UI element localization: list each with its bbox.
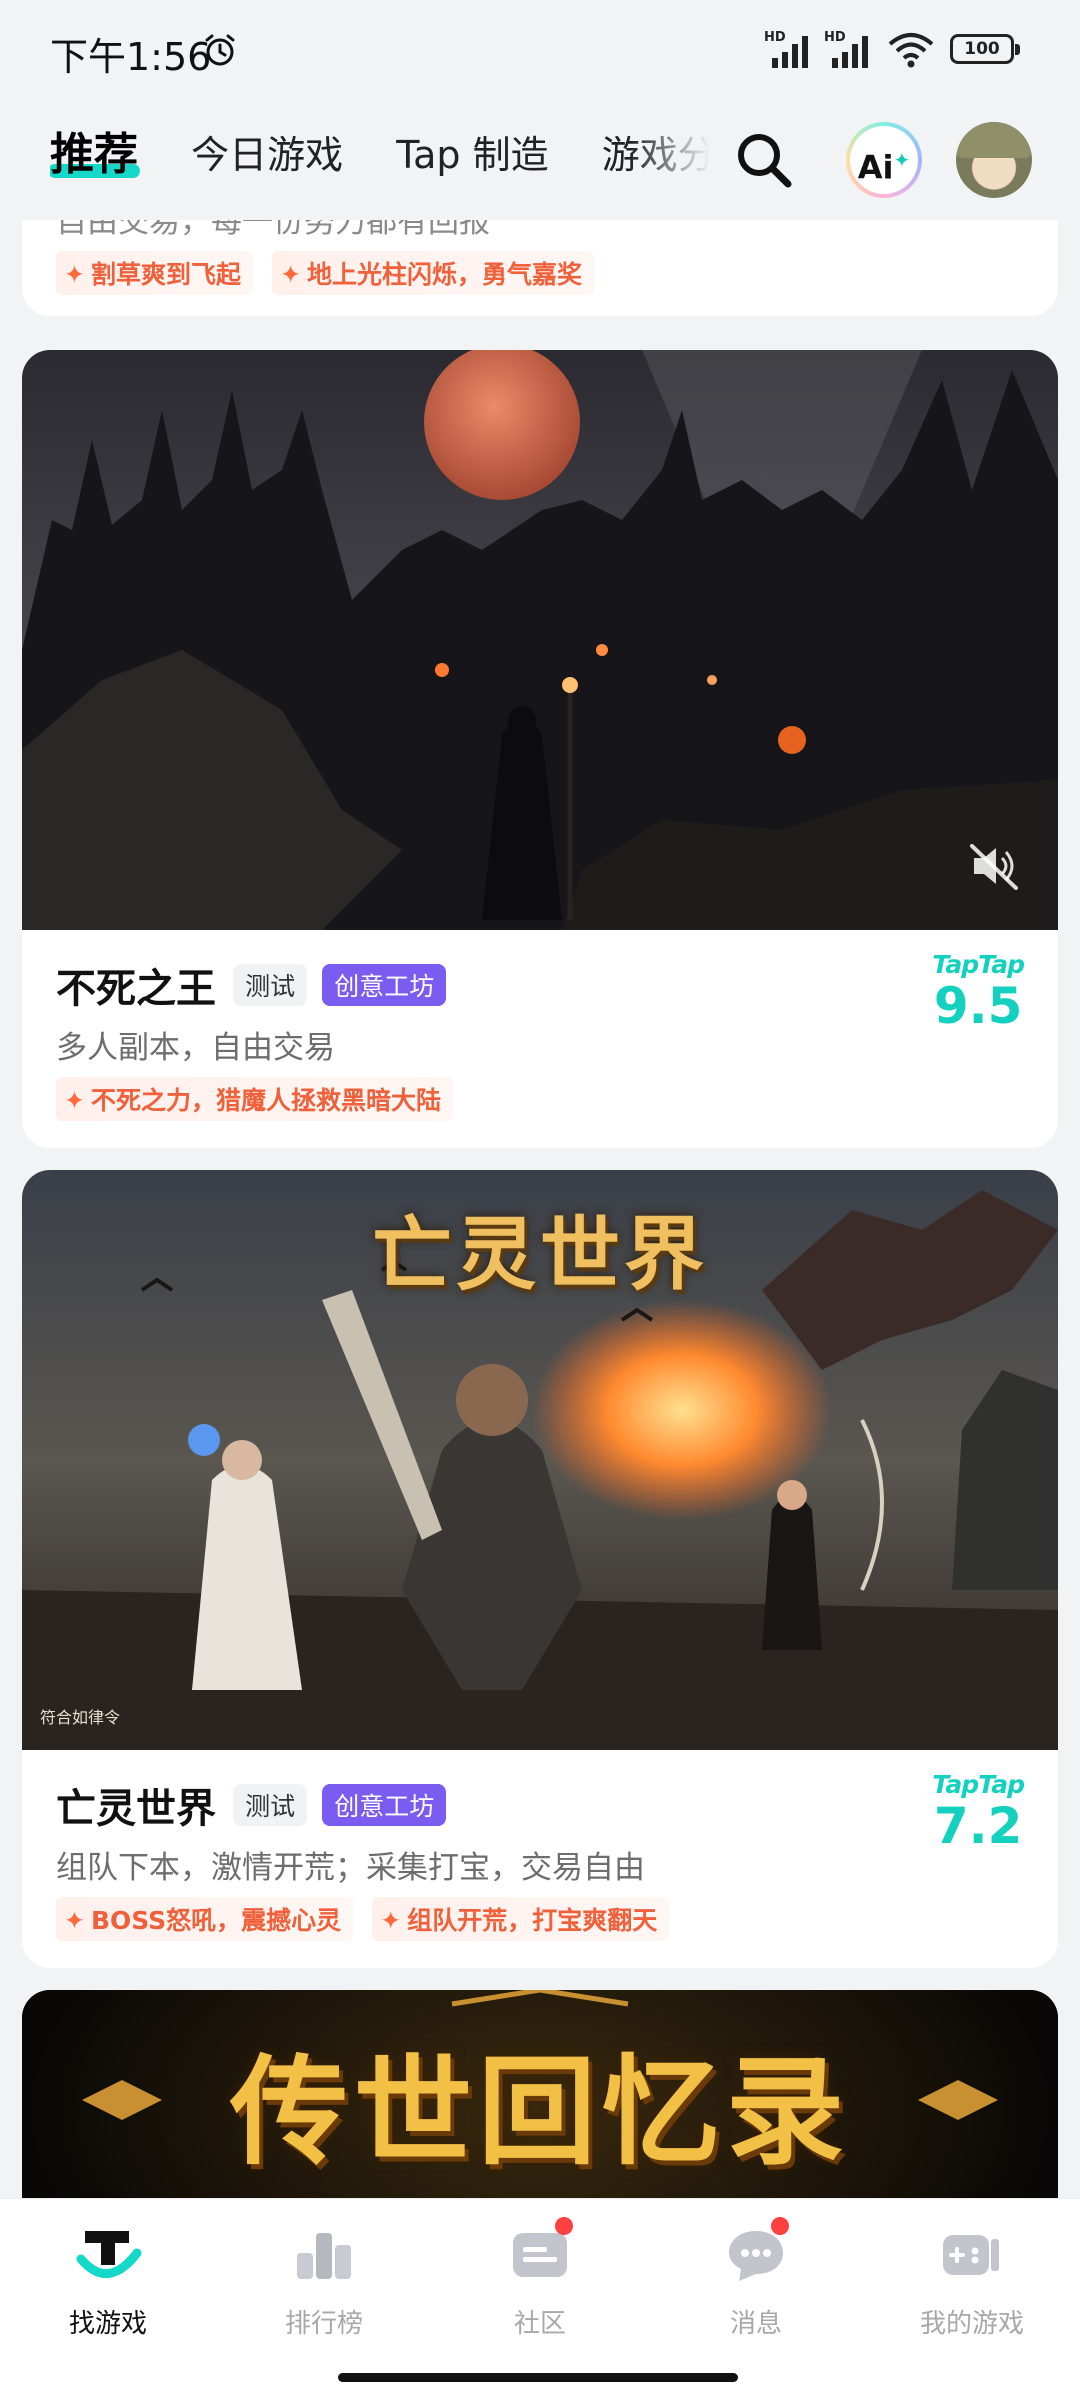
rating-score: 7.2 <box>933 1797 1023 1855</box>
nav-label: 我的游戏 <box>919 2309 1024 2339</box>
sparkle-icon: ✦ <box>64 1086 85 1115</box>
taptap-logo: TapTap <box>932 950 1025 979</box>
nav-label: 社区 <box>513 2309 566 2339</box>
game-card-partial[interactable]: 自由交易，每一份努力都有回报 ✦ 割草爽到飞起 ✦ 地上光柱闪烁，勇气嘉奖 <box>22 220 1058 316</box>
home-indicator[interactable] <box>338 2373 738 2382</box>
tab-label: Tap 制造 <box>396 133 549 177</box>
my-games-icon <box>943 2235 999 2275</box>
game-feed[interactable]: 自由交易，每一份努力都有回报 ✦ 割草爽到飞起 ✦ 地上光柱闪烁，勇气嘉奖 不死… <box>0 220 1080 2198</box>
sparkle-icon: ✦ <box>280 260 302 289</box>
sparkle-icon: ✦ <box>380 1906 402 1935</box>
game-card[interactable]: 不死之王 测试 创意工坊 多人副本，自由交易 ✦ 不死之力，猎魔人拯救黑暗大陆 T… <box>22 350 1058 1148</box>
rating-score: 9.5 <box>933 977 1023 1035</box>
badge-test: 测试 <box>233 964 308 1006</box>
avatar-hair <box>956 122 1032 158</box>
badge-workshop: 创意工坊 <box>322 964 447 1006</box>
sparkle-icon: ✦ <box>64 1906 85 1935</box>
app-root: 下午1:56 HD HD 100 推荐 今日游戏 Tap 制造 游戏分 Ai✦ … <box>0 0 1080 2400</box>
tag-text: 割草爽到飞起 <box>90 260 241 289</box>
tab-label: 今日游戏 <box>191 133 344 177</box>
game-desc: 多人副本，自由交易 <box>56 1030 335 1066</box>
title-row: 亡灵世界 测试 创意工坊 <box>56 1776 1024 1832</box>
feature-tag: ✦ 不死之力，猎魔人拯救黑暗大陆 <box>56 1077 453 1121</box>
ai-label: Ai <box>857 148 894 187</box>
tab-bar[interactable]: 推荐 今日游戏 Tap 制造 游戏分类 <box>50 120 710 200</box>
mute-icon[interactable] <box>966 838 1022 894</box>
rating-box: TapTap 7.2 <box>932 1770 1025 1855</box>
status-time: 下午1:56 <box>50 35 212 79</box>
notification-dot <box>555 2217 573 2235</box>
game-title: 不死之王 <box>56 966 216 1012</box>
notification-dot <box>771 2217 789 2235</box>
tag-row: ✦ 不死之力，猎魔人拯救黑暗大陆 <box>56 1077 1024 1121</box>
game-info: 亡灵世界 测试 创意工坊 组队下本，激情开荒；采集打宝，交易自由 ✦ BOSS怒吼… <box>22 1750 1058 1941</box>
feature-tag: ✦ 割草爽到飞起 <box>56 251 253 295</box>
signal-icon-2 <box>832 36 868 68</box>
message-icon-wrap <box>721 2217 791 2289</box>
taptap-logo: TapTap <box>932 1770 1025 1799</box>
tab-label: 推荐 <box>50 129 138 180</box>
game-desc: 自由交易，每一份努力都有回报 <box>56 220 490 240</box>
banner-title: 亡灵世界 <box>372 1207 708 1301</box>
game-title: 亡灵世界 <box>56 1786 216 1832</box>
ai-assistant-button[interactable]: Ai✦ <box>846 122 922 198</box>
game-cover[interactable]: 亡灵世界 符合如律令 <box>22 1170 1058 1750</box>
ai-icon: Ai✦ <box>850 126 918 194</box>
rating-box: TapTap 9.5 <box>932 950 1025 1035</box>
community-icon-wrap <box>505 2217 575 2289</box>
battery-indicator: 100 <box>950 34 1020 64</box>
badge-workshop: 创意工坊 <box>322 1784 447 1826</box>
game-cover-art <box>22 350 1058 930</box>
nav-find-game[interactable]: 找游戏 <box>0 2219 216 2340</box>
game-card[interactable]: 传世回忆录 <box>22 1990 1058 2198</box>
nav-label: 消息 <box>729 2309 782 2339</box>
banner-title: 传世回忆录 <box>229 2042 850 2181</box>
tag-row: ✦ BOSS怒吼，震撼心灵 ✦ 组队开荒，打宝爽翻天 <box>56 1897 1024 1941</box>
game-info: 不死之王 测试 创意工坊 多人副本，自由交易 ✦ 不死之力，猎魔人拯救黑暗大陆 T… <box>22 930 1058 1121</box>
nav-my-games[interactable]: 我的游戏 <box>864 2219 1080 2340</box>
title-row: 不死之王 测试 创意工坊 <box>56 956 1024 1012</box>
avatar[interactable] <box>956 122 1032 198</box>
nav-label: 排行榜 <box>284 2309 363 2339</box>
find-game-icon <box>76 2231 142 2279</box>
tag-text: 组队开荒，打宝爽翻天 <box>407 1906 658 1935</box>
signal-icon-1 <box>772 36 808 68</box>
tag-text: 地上光柱闪烁，勇气嘉奖 <box>307 260 583 289</box>
tab-tap-made[interactable]: Tap 制造 <box>396 120 548 190</box>
tab-label: 游戏分类 <box>601 133 710 177</box>
bottom-nav: 找游戏 排行榜 社区 消息 我的游戏 <box>0 2198 1080 2400</box>
wifi-icon <box>888 33 934 68</box>
game-video-cover[interactable] <box>22 350 1058 930</box>
tag-text: 不死之力，猎魔人拯救黑暗大陆 <box>90 1086 441 1115</box>
game-card[interactable]: 亡灵世界 符合如律令 亡灵世界 测试 创意工坊 组队下本，激情开荒；采集打宝，交… <box>22 1170 1058 1968</box>
top-nav: 推荐 今日游戏 Tap 制造 游戏分类 Ai✦ <box>0 100 1080 220</box>
watermark-text: 符合如律令 <box>40 1708 121 1727</box>
feature-tag: ✦ 地上光柱闪烁，勇气嘉奖 <box>272 251 595 295</box>
sparkle-icon: ✦ <box>64 260 85 289</box>
feature-tag: ✦ BOSS怒吼，震撼心灵 <box>56 1897 354 1941</box>
tab-recommend[interactable]: 推荐 <box>50 120 140 190</box>
feature-tag: ✦ 组队开荒，打宝爽翻天 <box>372 1897 670 1941</box>
nav-ranking[interactable]: 排行榜 <box>216 2219 432 2340</box>
tag-text: BOSS怒吼，震撼心灵 <box>90 1906 342 1935</box>
search-icon[interactable] <box>728 124 800 196</box>
tab-today-games[interactable]: 今日游戏 <box>191 120 343 190</box>
alarm-icon <box>205 34 235 66</box>
tab-game-category[interactable]: 游戏分类 <box>602 120 710 190</box>
status-bar: 下午1:56 HD HD 100 <box>0 0 1080 100</box>
nav-community[interactable]: 社区 <box>432 2217 648 2340</box>
tag-row: ✦ 割草爽到飞起 ✦ 地上光柱闪烁，勇气嘉奖 <box>56 251 1024 295</box>
ranking-icon <box>297 2233 351 2279</box>
game-desc: 组队下本，激情开荒；采集打宝，交易自由 <box>56 1850 645 1886</box>
nav-label: 找游戏 <box>68 2309 147 2339</box>
nav-message[interactable]: 消息 <box>648 2217 864 2340</box>
badge-test: 测试 <box>233 1784 308 1826</box>
